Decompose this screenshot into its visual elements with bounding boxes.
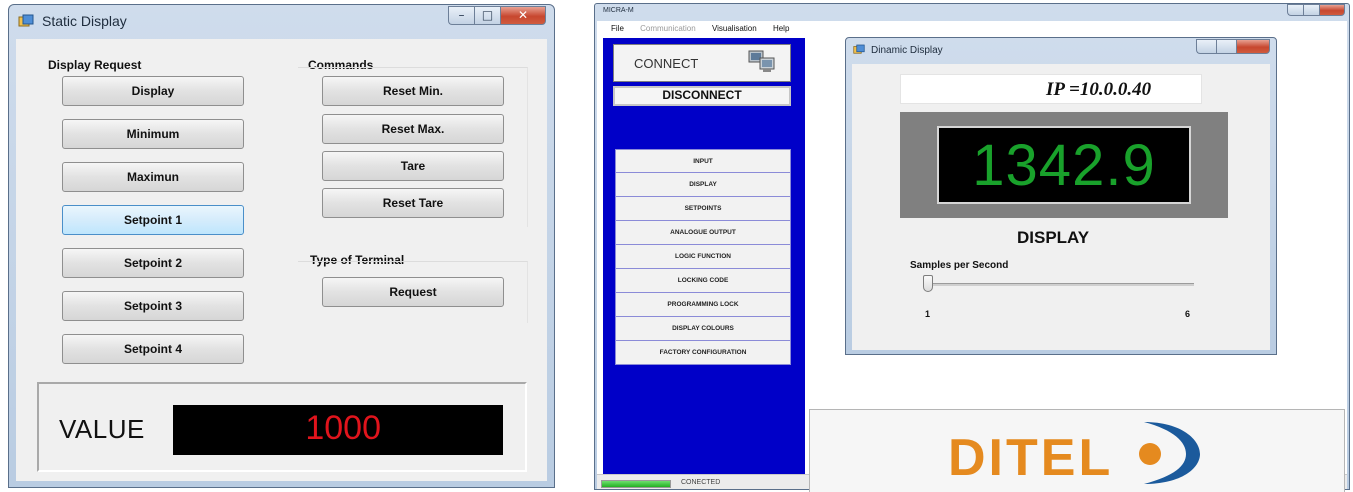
dynamic-display-window: Dinamic Display IP =10.0.0.40 1342.9 DIS…	[845, 37, 1277, 355]
dynamic-minimize-button[interactable]	[1196, 39, 1216, 54]
close-button[interactable]: ✕	[500, 6, 546, 25]
reset-min-button[interactable]: Reset Min.	[322, 76, 504, 106]
main-caption-buttons	[1287, 4, 1345, 16]
maximize-icon: □	[481, 8, 494, 22]
samples-slider-thumb[interactable]	[923, 275, 933, 292]
maximum-button[interactable]: Maximun	[62, 162, 244, 192]
ip-address-text: IP =10.0.0.40	[1046, 79, 1152, 100]
micra-main-window: MICRA-M File Communication Visualisation…	[594, 3, 1350, 492]
dynamic-close-button[interactable]	[1236, 39, 1270, 54]
connect-button[interactable]: CONNECT	[613, 44, 791, 82]
main-titlebar[interactable]: MICRA-M	[595, 4, 1349, 20]
status-text: CONECTED	[681, 479, 721, 486]
minimize-icon: –	[458, 8, 465, 22]
main-close-button[interactable]	[1319, 4, 1345, 16]
caption-buttons: – □ ✕	[448, 6, 546, 25]
setpoint-3-button[interactable]: Setpoint 3	[62, 291, 244, 321]
samples-slider-track[interactable]	[928, 283, 1194, 286]
value-display: 1000	[173, 405, 503, 455]
main-menubar: File Communication Visualisation Help	[611, 24, 803, 33]
display-readout: 1342.9	[972, 133, 1156, 198]
ip-address-box: IP =10.0.0.40	[900, 74, 1202, 104]
connection-progress-bar	[601, 480, 671, 488]
main-client: File Communication Visualisation Help CO…	[597, 21, 1347, 492]
display-frame: 1342.9	[900, 112, 1228, 218]
progress-fill	[602, 481, 670, 487]
dynamic-window-icon	[853, 44, 865, 54]
display-request-label: Display Request	[48, 58, 142, 72]
config-menu-list: INPUT DISPLAY SETPOINTS ANALOGUE OUTPUT …	[615, 149, 791, 365]
reset-tare-button[interactable]: Reset Tare	[322, 188, 504, 218]
connect-label: CONNECT	[634, 56, 699, 71]
request-button[interactable]: Request	[322, 277, 504, 307]
numeric-display: 1342.9	[937, 126, 1191, 204]
static-display-client: Display Request Commands Display Minimum…	[16, 39, 547, 481]
setpoint-1-button[interactable]: Setpoint 1	[62, 205, 244, 235]
menu-item-display-colours[interactable]: DISPLAY COLOURS	[615, 317, 791, 341]
ditel-logo-icon	[1139, 422, 1200, 484]
display-caption: DISPLAY	[1017, 228, 1090, 247]
menu-item-input[interactable]: INPUT	[615, 149, 791, 173]
minimum-button[interactable]: Minimum	[62, 119, 244, 149]
menu-visualisation[interactable]: Visualisation	[712, 24, 757, 33]
display-button[interactable]: Display	[62, 76, 244, 106]
disconnect-button[interactable]: DISCONNECT	[613, 86, 791, 106]
setpoint-2-button[interactable]: Setpoint 2	[62, 248, 244, 278]
close-icon: ✕	[517, 8, 529, 22]
menu-item-analogue-output[interactable]: ANALOGUE OUTPUT	[615, 221, 791, 245]
reset-max-button[interactable]: Reset Max.	[322, 114, 504, 144]
app-window-icon	[18, 14, 34, 27]
menu-item-setpoints[interactable]: SETPOINTS	[615, 197, 791, 221]
static-display-titlebar[interactable]: Static Display – □ ✕	[9, 5, 554, 37]
samples-per-second-label: Samples per Second	[910, 260, 1009, 271]
dynamic-caption-buttons	[1196, 39, 1270, 54]
window-title: Static Display	[42, 13, 127, 29]
menu-communication[interactable]: Communication	[640, 24, 696, 33]
value-readout: 1000	[305, 409, 381, 447]
menu-file[interactable]: File	[611, 24, 624, 33]
menu-item-programming-lock[interactable]: PROGRAMMING LOCK	[615, 293, 791, 317]
menu-item-display[interactable]: DISPLAY	[615, 173, 791, 197]
menu-item-locking-code[interactable]: LOCKING CODE	[615, 269, 791, 293]
dynamic-titlebar[interactable]: Dinamic Display	[846, 38, 1276, 64]
value-panel: VALUE 1000	[37, 382, 527, 472]
static-display-window: Static Display – □ ✕ Display Request Com…	[8, 4, 555, 488]
side-panel: CONNECT DISCONNECT INPUT DISPLAY SETPOIN…	[603, 38, 805, 476]
value-label: VALUE	[59, 414, 145, 444]
menu-item-logic-function[interactable]: LOGIC FUNCTION	[615, 245, 791, 269]
slider-max-label: 6	[1185, 309, 1191, 319]
slider-min-label: 1	[925, 309, 931, 319]
tare-button[interactable]: Tare	[322, 151, 504, 181]
brand-logo-text: DITEL	[948, 429, 1114, 487]
computer-network-icon	[748, 50, 775, 72]
main-minimize-button[interactable]	[1287, 4, 1303, 16]
dynamic-window-title: Dinamic Display	[871, 45, 943, 56]
menu-item-factory-configuration[interactable]: FACTORY CONFIGURATION	[615, 341, 791, 365]
dynamic-maximize-button[interactable]	[1216, 39, 1236, 54]
brand-panel: DITEL	[809, 409, 1345, 492]
maximize-button[interactable]: □	[474, 6, 500, 25]
dynamic-client: IP =10.0.0.40 1342.9 DISPLAY Samples per…	[852, 64, 1270, 350]
setpoint-4-button[interactable]: Setpoint 4	[62, 334, 244, 364]
main-window-title: MICRA-M	[603, 7, 634, 14]
main-maximize-button[interactable]	[1303, 4, 1319, 16]
minimize-button[interactable]: –	[448, 6, 474, 25]
menu-help[interactable]: Help	[773, 24, 789, 33]
